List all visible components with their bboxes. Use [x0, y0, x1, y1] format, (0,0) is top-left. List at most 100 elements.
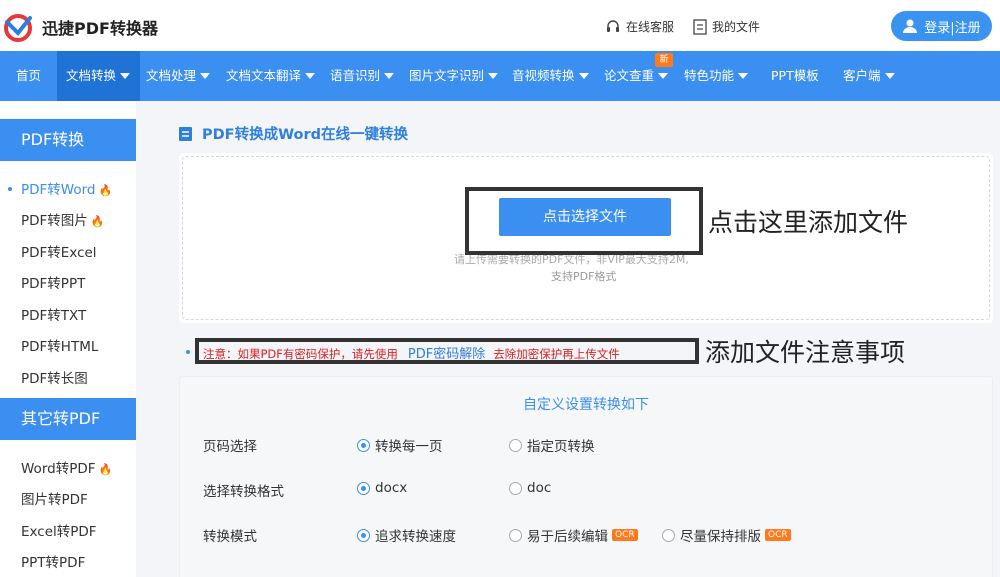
brand-name[interactable]: 迅捷PDF转换器	[42, 15, 158, 39]
notice-text: 去除加密保护再上传文件	[493, 347, 620, 361]
nav-doc-translate-label: 文档文本翻译	[226, 68, 302, 83]
sidebar-item-pdf-to-excel[interactable]: PDF转Excel	[0, 241, 136, 265]
radio-doc[interactable]: doc	[509, 480, 551, 496]
nav-client-label: 客户端	[843, 68, 881, 83]
ocr-badge: OCR	[765, 529, 791, 541]
sidebar-item-pdf-to-ppt[interactable]: PDF转PPT	[0, 272, 136, 296]
sidebar-item-pdf-to-txt[interactable]: PDF转TXT	[0, 304, 136, 328]
sidebar-item-label: PDF转图片	[21, 213, 88, 229]
fire-icon: 🔥	[90, 215, 105, 228]
logo-icon[interactable]	[3, 13, 33, 43]
chevron-down-icon	[120, 73, 131, 79]
nav-ocr[interactable]: 图片文字识别	[409, 51, 499, 101]
upload-format-hint: 支持PDF格式	[551, 270, 617, 283]
radio-docx[interactable]: docx	[357, 480, 407, 496]
nav-av-convert[interactable]: 音视频转换	[512, 51, 589, 101]
chevron-down-icon	[384, 73, 395, 79]
sidebar-item-label: 图片转PDF	[21, 492, 88, 508]
format-label: 选择转换格式	[203, 484, 284, 500]
nav-client[interactable]: 客户端	[843, 51, 895, 101]
nav-doc-translate[interactable]: 文档文本翻译	[226, 51, 316, 101]
user-icon	[903, 19, 918, 33]
top-bar: 迅捷PDF转换器 在线客服 我的文件 登录|注册	[0, 0, 1000, 51]
nav-doc-process-label: 文档处理	[146, 68, 197, 83]
radio-specific-pages[interactable]: 指定页转换	[509, 435, 595, 455]
page-title-text: PDF转换成Word在线一键转换	[202, 127, 409, 143]
sidebar-item-pdf-to-long-image[interactable]: PDF转长图	[0, 367, 136, 391]
notice-bullet	[186, 350, 190, 354]
pdf-unlock-link[interactable]: PDF密码解除	[408, 343, 485, 362]
fire-icon: 🔥	[98, 184, 113, 197]
active-dot	[8, 187, 12, 191]
fire-icon: 🔥	[98, 463, 113, 476]
online-service-label: 在线客服	[626, 20, 675, 34]
document-icon	[179, 126, 192, 141]
nav-ppt-template[interactable]: PPT模板	[771, 51, 819, 101]
sidebar-item-label: Word转PDF	[21, 461, 96, 477]
page-title: PDF转换成Word在线一键转换	[179, 123, 408, 144]
nav-features-label: 特色功能	[684, 68, 735, 83]
annotation-text: 添加文件注意事项	[705, 338, 906, 367]
annotation-text: 点击这里添加文件	[708, 208, 909, 237]
nav-speech-label: 语音识别	[330, 68, 381, 83]
settings-title: 自定义设置转换如下	[523, 397, 649, 413]
radio-circle	[662, 528, 675, 542]
sidebar-item-excel-to-pdf[interactable]: Excel转PDF	[0, 520, 136, 544]
sidebar-item-pdf-to-image[interactable]: PDF转图片 🔥	[0, 209, 136, 233]
online-service-link[interactable]: 在线客服	[605, 18, 674, 35]
sidebar: PDF转换 PDF转Word 🔥 PDF转图片 🔥 PDF转Excel PDF转PP…	[0, 101, 136, 577]
radio-circle	[509, 528, 522, 542]
radio-circle	[357, 481, 370, 495]
sidebar-item-label: PDF转Word	[21, 182, 96, 198]
sidebar-item-label: PPT转PDF	[21, 555, 86, 571]
sidebar-item-word-to-pdf[interactable]: Word转PDF 🔥	[0, 457, 136, 481]
sidebar-item-label: Excel转PDF	[21, 524, 97, 540]
radio-label: 易于后续编辑	[527, 529, 608, 545]
nav-home[interactable]: 首页	[0, 51, 57, 101]
nav-ppt-template-label: PPT模板	[771, 68, 819, 83]
radio-convert-every-page[interactable]: 转换每一页	[357, 435, 443, 455]
mode-label: 转换模式	[203, 529, 257, 545]
page-range-label: 页码选择	[203, 439, 257, 455]
sidebar-item-image-to-pdf[interactable]: 图片转PDF	[0, 488, 136, 512]
notice-text: 注意：如果PDF有密码保护，请先使用	[203, 347, 398, 361]
chevron-down-icon	[488, 73, 499, 79]
my-files-label: 我的文件	[712, 20, 761, 34]
radio-speed-mode[interactable]: 追求转换速度	[357, 525, 456, 545]
new-badge: 新	[655, 53, 673, 67]
chevron-down-icon	[305, 73, 316, 79]
my-files-link[interactable]: 我的文件	[693, 18, 760, 35]
chevron-down-icon	[884, 73, 895, 79]
nav-doc-convert[interactable]: 文档转换	[57, 51, 140, 101]
nav-features[interactable]: 特色功能	[684, 51, 749, 101]
nav-speech[interactable]: 语音识别	[330, 51, 395, 101]
sidebar-item-ppt-to-pdf[interactable]: PPT转PDF	[0, 551, 136, 575]
file-icon	[693, 18, 707, 35]
headset-icon	[607, 19, 619, 32]
sidebar-item-label: PDF转Excel	[21, 245, 97, 261]
radio-circle	[509, 438, 522, 452]
annotation-frame	[465, 187, 703, 255]
login-button[interactable]: 登录|注册	[891, 11, 992, 41]
nav-home-label: 首页	[15, 68, 41, 83]
radio-label: 尽量保持排版	[680, 529, 761, 545]
sidebar-section-other-to-pdf: 其它转PDF	[0, 398, 136, 440]
chevron-down-icon	[658, 73, 669, 79]
sidebar-item-label: PDF转PPT	[21, 276, 86, 292]
radio-layout-mode[interactable]: 尽量保持排版 OCR	[662, 525, 791, 545]
sidebar-section-pdf-convert: PDF转换	[0, 119, 136, 161]
sidebar-item-pdf-to-word[interactable]: PDF转Word 🔥	[0, 178, 136, 202]
radio-label: docx	[375, 480, 408, 496]
sidebar-item-pdf-to-html[interactable]: PDF转HTML	[0, 335, 136, 359]
nav-doc-process[interactable]: 文档处理	[146, 51, 211, 101]
login-label: 登录|注册	[924, 20, 981, 36]
nav-plagiarism-label: 论文查重	[604, 68, 655, 83]
nav-ocr-label: 图片文字识别	[409, 68, 485, 83]
chevron-down-icon	[200, 73, 211, 79]
sidebar-item-label: PDF转HTML	[21, 339, 99, 355]
radio-editable-mode[interactable]: 易于后续编辑 OCR	[509, 525, 638, 545]
ocr-badge: OCR	[612, 529, 638, 541]
nav-doc-convert-label: 文档转换	[66, 68, 117, 83]
radio-label: 追求转换速度	[375, 529, 456, 545]
radio-label: 转换每一页	[375, 439, 443, 455]
